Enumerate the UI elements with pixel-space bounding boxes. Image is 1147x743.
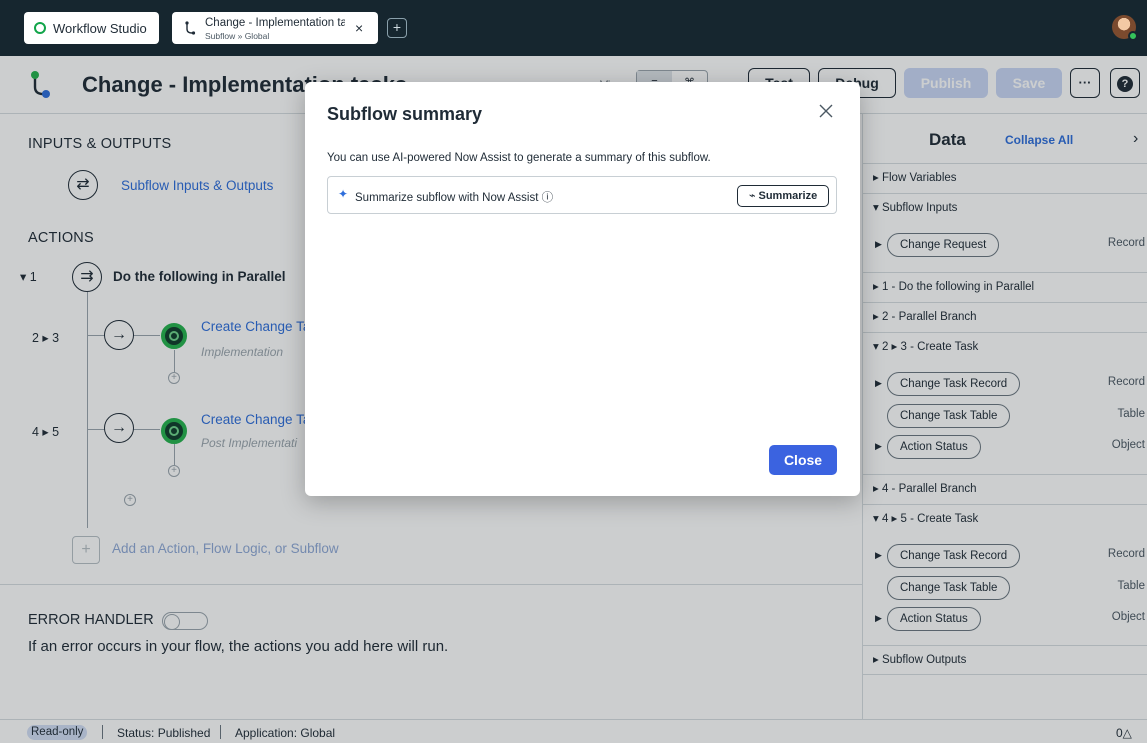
now-assist-text: Summarize subflow with Now Assist ⓘ: [355, 192, 554, 204]
summarize-button[interactable]: ⌁ Summarize: [737, 185, 829, 207]
close-button[interactable]: Close: [769, 445, 837, 475]
dialog-description: You can use AI-powered Now Assist to gen…: [327, 152, 711, 164]
dialog-title: Subflow summary: [327, 104, 483, 124]
subflow-summary-dialog: Subflow summary You can use AI-powered N…: [305, 82, 860, 496]
sparkle-icon: ✦: [338, 187, 349, 201]
document-tab-title: Change - Implementation ta: [205, 17, 345, 29]
app-name: Workflow Studio: [53, 20, 147, 36]
document-tab[interactable]: Change - Implementation ta Subflow » Glo…: [172, 12, 378, 44]
add-tab-button[interactable]: +: [387, 18, 407, 38]
online-status-icon: [1128, 31, 1138, 41]
now-assist-card: ✦ Summarize subflow with Now Assist ⓘ ⌁ …: [327, 176, 837, 214]
user-avatar[interactable]: [1112, 15, 1138, 41]
top-bar: Workflow Studio Change - Implementation …: [0, 0, 1147, 56]
subflow-icon: [185, 21, 196, 35]
app-logo-icon: [34, 22, 46, 34]
app-home-button[interactable]: Workflow Studio: [24, 12, 159, 44]
close-tab-icon[interactable]: ×: [355, 20, 363, 36]
close-icon[interactable]: [817, 102, 835, 120]
document-tab-subtitle: Subflow » Global: [205, 31, 270, 41]
